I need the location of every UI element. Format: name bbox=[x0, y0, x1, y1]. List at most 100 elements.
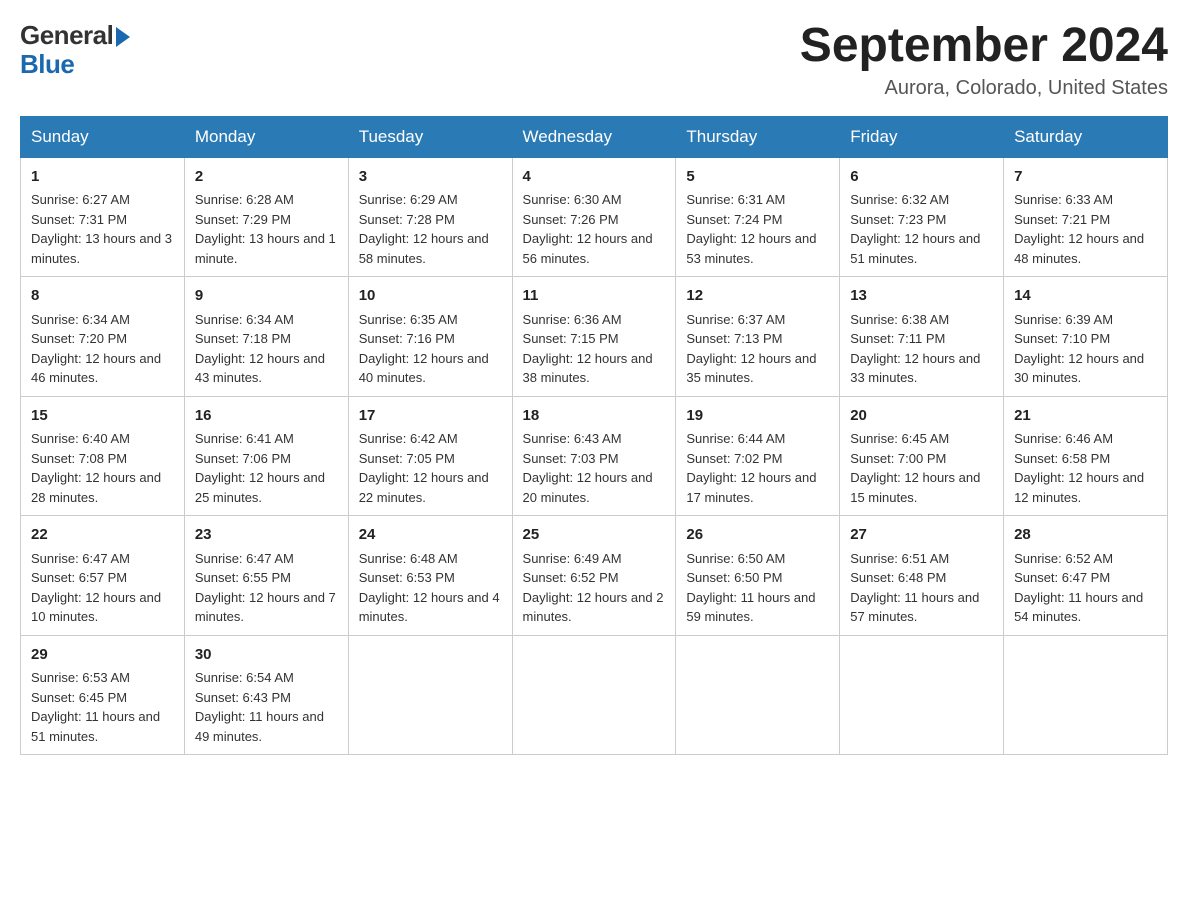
sunset-text: Sunset: 7:24 PM bbox=[686, 212, 782, 227]
calendar-cell: 12 Sunrise: 6:37 AM Sunset: 7:13 PM Dayl… bbox=[676, 277, 840, 397]
sunrise-text: Sunrise: 6:37 AM bbox=[686, 312, 785, 327]
days-of-week-row: SundayMondayTuesdayWednesdayThursdayFrid… bbox=[21, 116, 1168, 157]
day-number: 27 bbox=[850, 524, 993, 547]
calendar-cell bbox=[348, 635, 512, 755]
daylight-text: Daylight: 12 hours and 25 minutes. bbox=[195, 470, 325, 505]
daylight-text: Daylight: 12 hours and 12 minutes. bbox=[1014, 470, 1144, 505]
calendar-body: 1 Sunrise: 6:27 AM Sunset: 7:31 PM Dayli… bbox=[21, 157, 1168, 755]
daylight-text: Daylight: 12 hours and 33 minutes. bbox=[850, 351, 980, 386]
sunset-text: Sunset: 7:13 PM bbox=[686, 331, 782, 346]
calendar-cell: 29 Sunrise: 6:53 AM Sunset: 6:45 PM Dayl… bbox=[21, 635, 185, 755]
calendar-cell: 4 Sunrise: 6:30 AM Sunset: 7:26 PM Dayli… bbox=[512, 157, 676, 277]
sunrise-text: Sunrise: 6:47 AM bbox=[195, 551, 294, 566]
calendar-cell: 5 Sunrise: 6:31 AM Sunset: 7:24 PM Dayli… bbox=[676, 157, 840, 277]
sunrise-text: Sunrise: 6:32 AM bbox=[850, 192, 949, 207]
day-number: 1 bbox=[31, 166, 174, 189]
daylight-text: Daylight: 12 hours and 22 minutes. bbox=[359, 470, 489, 505]
sunrise-text: Sunrise: 6:40 AM bbox=[31, 431, 130, 446]
sunset-text: Sunset: 6:48 PM bbox=[850, 570, 946, 585]
calendar-cell: 30 Sunrise: 6:54 AM Sunset: 6:43 PM Dayl… bbox=[184, 635, 348, 755]
page-header: General Blue September 2024 Aurora, Colo… bbox=[20, 20, 1168, 100]
sunrise-text: Sunrise: 6:29 AM bbox=[359, 192, 458, 207]
sunrise-text: Sunrise: 6:31 AM bbox=[686, 192, 785, 207]
logo-general-text: General bbox=[20, 20, 113, 51]
day-number: 24 bbox=[359, 524, 502, 547]
day-of-week-header: Sunday bbox=[21, 116, 185, 157]
calendar-table: SundayMondayTuesdayWednesdayThursdayFrid… bbox=[20, 116, 1168, 756]
daylight-text: Daylight: 12 hours and 17 minutes. bbox=[686, 470, 816, 505]
logo-blue-text: Blue bbox=[20, 49, 74, 80]
calendar-cell: 13 Sunrise: 6:38 AM Sunset: 7:11 PM Dayl… bbox=[840, 277, 1004, 397]
sunrise-text: Sunrise: 6:49 AM bbox=[523, 551, 622, 566]
sunset-text: Sunset: 6:53 PM bbox=[359, 570, 455, 585]
calendar-cell: 10 Sunrise: 6:35 AM Sunset: 7:16 PM Dayl… bbox=[348, 277, 512, 397]
day-number: 18 bbox=[523, 405, 666, 428]
daylight-text: Daylight: 11 hours and 51 minutes. bbox=[31, 709, 160, 744]
sunset-text: Sunset: 7:26 PM bbox=[523, 212, 619, 227]
calendar-cell: 9 Sunrise: 6:34 AM Sunset: 7:18 PM Dayli… bbox=[184, 277, 348, 397]
sunrise-text: Sunrise: 6:53 AM bbox=[31, 670, 130, 685]
daylight-text: Daylight: 12 hours and 15 minutes. bbox=[850, 470, 980, 505]
daylight-text: Daylight: 12 hours and 51 minutes. bbox=[850, 231, 980, 266]
sunset-text: Sunset: 7:15 PM bbox=[523, 331, 619, 346]
sunset-text: Sunset: 7:03 PM bbox=[523, 451, 619, 466]
day-number: 28 bbox=[1014, 524, 1157, 547]
calendar-cell: 17 Sunrise: 6:42 AM Sunset: 7:05 PM Dayl… bbox=[348, 396, 512, 516]
day-number: 16 bbox=[195, 405, 338, 428]
calendar-cell: 26 Sunrise: 6:50 AM Sunset: 6:50 PM Dayl… bbox=[676, 516, 840, 636]
sunset-text: Sunset: 6:58 PM bbox=[1014, 451, 1110, 466]
sunrise-text: Sunrise: 6:48 AM bbox=[359, 551, 458, 566]
daylight-text: Daylight: 11 hours and 57 minutes. bbox=[850, 590, 979, 625]
sunrise-text: Sunrise: 6:28 AM bbox=[195, 192, 294, 207]
sunrise-text: Sunrise: 6:41 AM bbox=[195, 431, 294, 446]
calendar-cell: 8 Sunrise: 6:34 AM Sunset: 7:20 PM Dayli… bbox=[21, 277, 185, 397]
sunset-text: Sunset: 7:05 PM bbox=[359, 451, 455, 466]
sunset-text: Sunset: 7:06 PM bbox=[195, 451, 291, 466]
daylight-text: Daylight: 12 hours and 20 minutes. bbox=[523, 470, 653, 505]
daylight-text: Daylight: 13 hours and 3 minutes. bbox=[31, 231, 172, 266]
daylight-text: Daylight: 11 hours and 49 minutes. bbox=[195, 709, 324, 744]
sunrise-text: Sunrise: 6:27 AM bbox=[31, 192, 130, 207]
sunset-text: Sunset: 6:55 PM bbox=[195, 570, 291, 585]
sunset-text: Sunset: 7:20 PM bbox=[31, 331, 127, 346]
day-number: 17 bbox=[359, 405, 502, 428]
day-number: 4 bbox=[523, 166, 666, 189]
sunset-text: Sunset: 6:50 PM bbox=[686, 570, 782, 585]
day-number: 5 bbox=[686, 166, 829, 189]
day-number: 15 bbox=[31, 405, 174, 428]
daylight-text: Daylight: 12 hours and 4 minutes. bbox=[359, 590, 500, 625]
day-number: 14 bbox=[1014, 285, 1157, 308]
calendar-week-row: 15 Sunrise: 6:40 AM Sunset: 7:08 PM Dayl… bbox=[21, 396, 1168, 516]
sunset-text: Sunset: 7:10 PM bbox=[1014, 331, 1110, 346]
daylight-text: Daylight: 13 hours and 1 minute. bbox=[195, 231, 336, 266]
sunrise-text: Sunrise: 6:47 AM bbox=[31, 551, 130, 566]
day-number: 30 bbox=[195, 644, 338, 667]
day-number: 22 bbox=[31, 524, 174, 547]
calendar-cell: 24 Sunrise: 6:48 AM Sunset: 6:53 PM Dayl… bbox=[348, 516, 512, 636]
daylight-text: Daylight: 11 hours and 59 minutes. bbox=[686, 590, 815, 625]
sunset-text: Sunset: 7:00 PM bbox=[850, 451, 946, 466]
calendar-cell: 21 Sunrise: 6:46 AM Sunset: 6:58 PM Dayl… bbox=[1004, 396, 1168, 516]
daylight-text: Daylight: 12 hours and 30 minutes. bbox=[1014, 351, 1144, 386]
sunset-text: Sunset: 6:57 PM bbox=[31, 570, 127, 585]
sunset-text: Sunset: 7:18 PM bbox=[195, 331, 291, 346]
day-number: 2 bbox=[195, 166, 338, 189]
day-number: 9 bbox=[195, 285, 338, 308]
sunset-text: Sunset: 6:52 PM bbox=[523, 570, 619, 585]
calendar-cell: 23 Sunrise: 6:47 AM Sunset: 6:55 PM Dayl… bbox=[184, 516, 348, 636]
day-number: 19 bbox=[686, 405, 829, 428]
calendar-cell: 28 Sunrise: 6:52 AM Sunset: 6:47 PM Dayl… bbox=[1004, 516, 1168, 636]
sunrise-text: Sunrise: 6:45 AM bbox=[850, 431, 949, 446]
sunset-text: Sunset: 7:16 PM bbox=[359, 331, 455, 346]
sunrise-text: Sunrise: 6:38 AM bbox=[850, 312, 949, 327]
sunset-text: Sunset: 7:23 PM bbox=[850, 212, 946, 227]
title-section: September 2024 Aurora, Colorado, United … bbox=[800, 20, 1168, 100]
calendar-cell bbox=[1004, 635, 1168, 755]
day-number: 3 bbox=[359, 166, 502, 189]
calendar-week-row: 22 Sunrise: 6:47 AM Sunset: 6:57 PM Dayl… bbox=[21, 516, 1168, 636]
calendar-cell bbox=[676, 635, 840, 755]
sunrise-text: Sunrise: 6:34 AM bbox=[31, 312, 130, 327]
sunset-text: Sunset: 6:43 PM bbox=[195, 690, 291, 705]
sunrise-text: Sunrise: 6:46 AM bbox=[1014, 431, 1113, 446]
calendar-cell: 15 Sunrise: 6:40 AM Sunset: 7:08 PM Dayl… bbox=[21, 396, 185, 516]
